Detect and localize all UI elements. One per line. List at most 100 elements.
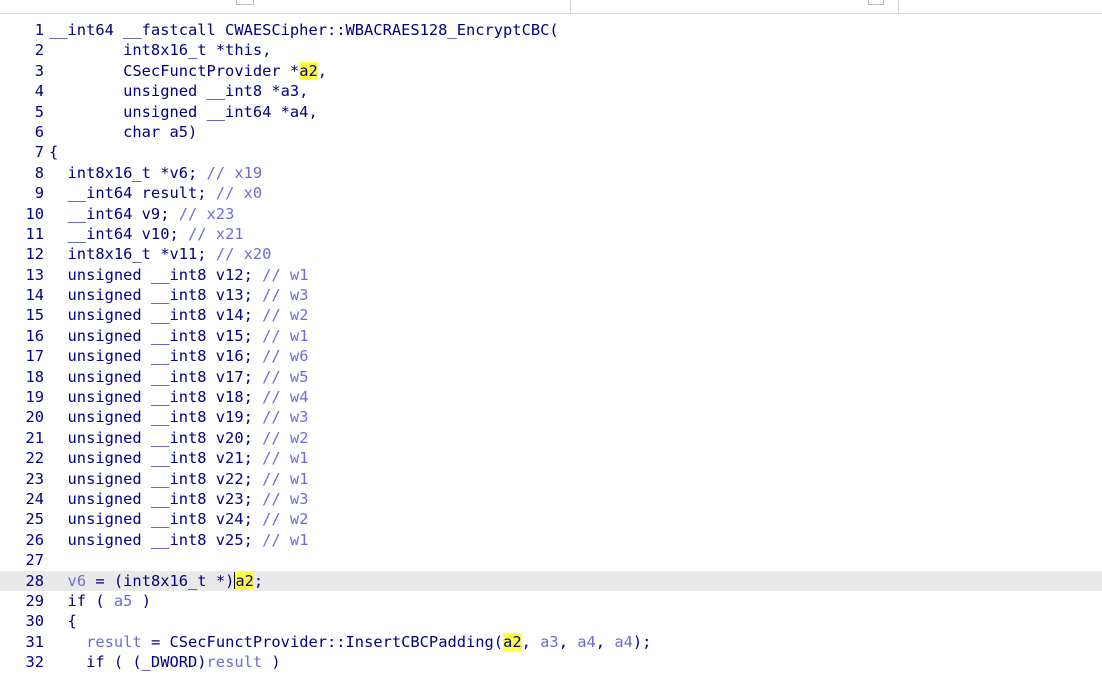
highlighted-identifier[interactable]: a2 xyxy=(299,61,318,80)
code-text[interactable]: unsigned __int8 v22; // w1 xyxy=(44,469,309,489)
code-text[interactable]: unsigned __int8 v20; // w2 xyxy=(44,428,309,448)
code-line[interactable]: 23 unsigned __int8 v22; // w1 xyxy=(0,469,1102,489)
code-token-comment-style: // w1 xyxy=(262,326,309,345)
line-number: 5 xyxy=(34,102,44,121)
code-line[interactable]: 31 result = CSecFunctProvider::InsertCBC… xyxy=(0,632,1102,652)
code-line[interactable]: 4 unsigned __int8 *a3, xyxy=(0,81,1102,101)
code-text[interactable]: unsigned __int8 *a3, xyxy=(44,81,308,101)
code-line[interactable]: 29 if ( a5 ) xyxy=(0,591,1102,611)
code-line[interactable]: 7{ xyxy=(0,142,1102,162)
line-number: 9 xyxy=(34,184,44,203)
code-line[interactable]: 9 __int64 result; // x0 xyxy=(0,183,1102,203)
highlighted-identifier[interactable]: a2 xyxy=(235,571,254,590)
code-line[interactable]: 22 unsigned __int8 v21; // w1 xyxy=(0,448,1102,468)
code-line[interactable]: 21 unsigned __int8 v20; // w2 xyxy=(0,428,1102,448)
code-line[interactable]: 20 unsigned __int8 v19; // w3 xyxy=(0,407,1102,427)
code-text[interactable]: int8x16_t *v6; // x19 xyxy=(44,163,263,183)
line-number: 11 xyxy=(25,224,44,243)
code-text[interactable]: __int64 __fastcall CWAESCipher::WBACRAES… xyxy=(44,20,559,40)
line-number: 1 xyxy=(34,21,44,39)
code-token: unsigned __int8 v25; xyxy=(49,530,263,549)
code-text[interactable]: unsigned __int8 v12; // w1 xyxy=(44,265,309,285)
code-text[interactable]: __int64 v9; // x23 xyxy=(44,204,235,224)
code-text[interactable]: unsigned __int8 v17; // w5 xyxy=(44,367,309,387)
code-text[interactable]: if ( a5 ) xyxy=(44,591,151,611)
code-text[interactable]: unsigned __int8 v24; // w2 xyxy=(44,509,309,529)
code-line[interactable]: 16 unsigned __int8 v15; // w1 xyxy=(0,326,1102,346)
code-token-comment-style: // x20 xyxy=(215,245,272,264)
code-line[interactable]: 10 __int64 v9; // x23 xyxy=(0,204,1102,224)
code-text[interactable]: unsigned __int8 v18; // w4 xyxy=(44,387,309,407)
code-text[interactable]: { xyxy=(44,142,58,162)
code-token-comment-style: // w1 xyxy=(262,449,309,468)
code-line[interactable]: 12 int8x16_t *v11; // x20 xyxy=(0,244,1102,264)
code-token: if ( xyxy=(49,591,114,610)
code-area[interactable]: 1 __int64 __fastcall CWAESCipher::WBACRAE… xyxy=(0,20,1102,673)
code-line[interactable]: 26 unsigned __int8 v25; // w1 xyxy=(0,530,1102,550)
line-number: 15 xyxy=(25,306,44,325)
code-line[interactable]: 27 xyxy=(0,550,1102,570)
code-text[interactable]: unsigned __int8 v19; // w3 xyxy=(44,407,309,427)
code-line[interactable]: 3 CSecFunctProvider *a2, xyxy=(0,61,1102,81)
code-line[interactable]: 8 int8x16_t *v6; // x19 xyxy=(0,163,1102,183)
code-token: = CSecFunctProvider::InsertCBCPadding( xyxy=(141,632,504,651)
code-line[interactable]: 6 char a5) xyxy=(0,122,1102,142)
line-number: 17 xyxy=(25,347,44,366)
code-line-current[interactable]: 28 v6 = (int8x16_t *)a2; xyxy=(0,570,1102,591)
code-line[interactable]: 5 unsigned __int64 *a4, xyxy=(0,102,1102,122)
code-token: ) xyxy=(132,591,151,610)
code-token: CSecFunctProvider * xyxy=(49,61,300,80)
code-text[interactable]: __int64 v10; // x21 xyxy=(44,224,244,244)
code-text[interactable]: unsigned __int8 v13; // w3 xyxy=(44,285,309,305)
code-line[interactable]: 14 unsigned __int8 v13; // w3 xyxy=(0,285,1102,305)
line-number: 23 xyxy=(25,469,44,488)
code-text[interactable]: if ( (_DWORD)result ) xyxy=(44,652,281,672)
code-text[interactable]: int8x16_t *this, xyxy=(44,40,271,60)
line-number: 29 xyxy=(25,591,44,610)
code-text[interactable]: CSecFunctProvider *a2, xyxy=(44,61,327,81)
pseudocode-editor[interactable]: 1 __int64 __fastcall CWAESCipher::WBACRAE… xyxy=(0,0,1102,680)
code-text[interactable]: unsigned __int8 v23; // w3 xyxy=(44,489,309,509)
code-token-comment-style: // w3 xyxy=(262,286,309,305)
code-token: unsigned __int8 v12; xyxy=(49,265,263,284)
code-text[interactable]: v6 = (int8x16_t *)a2; xyxy=(44,571,263,591)
code-token-comment-style: // w2 xyxy=(262,306,309,325)
code-line[interactable]: 11 __int64 v10; // x21 xyxy=(0,224,1102,244)
code-token: __int64 __fastcall CWAESCipher::WBACRAES… xyxy=(49,21,559,39)
code-line[interactable]: 24 unsigned __int8 v23; // w3 xyxy=(0,489,1102,509)
code-line[interactable]: 2 int8x16_t *this, xyxy=(0,40,1102,60)
code-token: ) xyxy=(262,653,281,672)
highlighted-identifier[interactable]: a2 xyxy=(503,632,522,651)
code-line[interactable]: 18 unsigned __int8 v17; // w5 xyxy=(0,367,1102,387)
code-text[interactable]: unsigned __int8 v25; // w1 xyxy=(44,530,309,550)
code-text[interactable]: __int64 result; // x0 xyxy=(44,183,263,203)
code-text[interactable]: unsigned __int64 *a4, xyxy=(44,102,318,122)
code-line[interactable]: 15 unsigned __int8 v14; // w2 xyxy=(0,305,1102,325)
code-line[interactable]: 17 unsigned __int8 v16; // w6 xyxy=(0,346,1102,366)
code-token: int8x16_t *this, xyxy=(49,41,272,60)
code-line[interactable]: 30 { xyxy=(0,611,1102,631)
tab-separator xyxy=(898,0,899,13)
line-number: 32 xyxy=(25,653,44,672)
code-token: , xyxy=(521,632,541,651)
code-line[interactable]: 13 unsigned __int8 v12; // w1 xyxy=(0,265,1102,285)
code-line[interactable]: 19 unsigned __int8 v18; // w4 xyxy=(0,387,1102,407)
code-text[interactable]: unsigned __int8 v21; // w1 xyxy=(44,448,309,468)
code-token-comment-style: // w1 xyxy=(262,530,309,549)
code-text[interactable]: unsigned __int8 v15; // w1 xyxy=(44,326,309,346)
code-token: , xyxy=(558,632,578,651)
code-text[interactable]: char a5) xyxy=(44,122,197,142)
code-text[interactable]: { xyxy=(44,611,77,631)
code-line[interactable]: 1 __int64 __fastcall CWAESCipher::WBACRAE… xyxy=(0,20,1102,40)
line-number: 4 xyxy=(34,82,44,101)
code-text[interactable]: result = CSecFunctProvider::InsertCBCPad… xyxy=(44,632,651,652)
tab-icon xyxy=(236,0,254,5)
code-token: , xyxy=(317,61,328,80)
code-line[interactable]: 25 unsigned __int8 v24; // w2 xyxy=(0,509,1102,529)
code-text[interactable]: unsigned __int8 v14; // w2 xyxy=(44,305,309,325)
line-number: 20 xyxy=(25,408,44,427)
code-text[interactable]: unsigned __int8 v16; // w6 xyxy=(44,346,309,366)
code-line[interactable]: 32 if ( (_DWORD)result ) xyxy=(0,652,1102,672)
code-text[interactable]: int8x16_t *v11; // x20 xyxy=(44,244,272,264)
